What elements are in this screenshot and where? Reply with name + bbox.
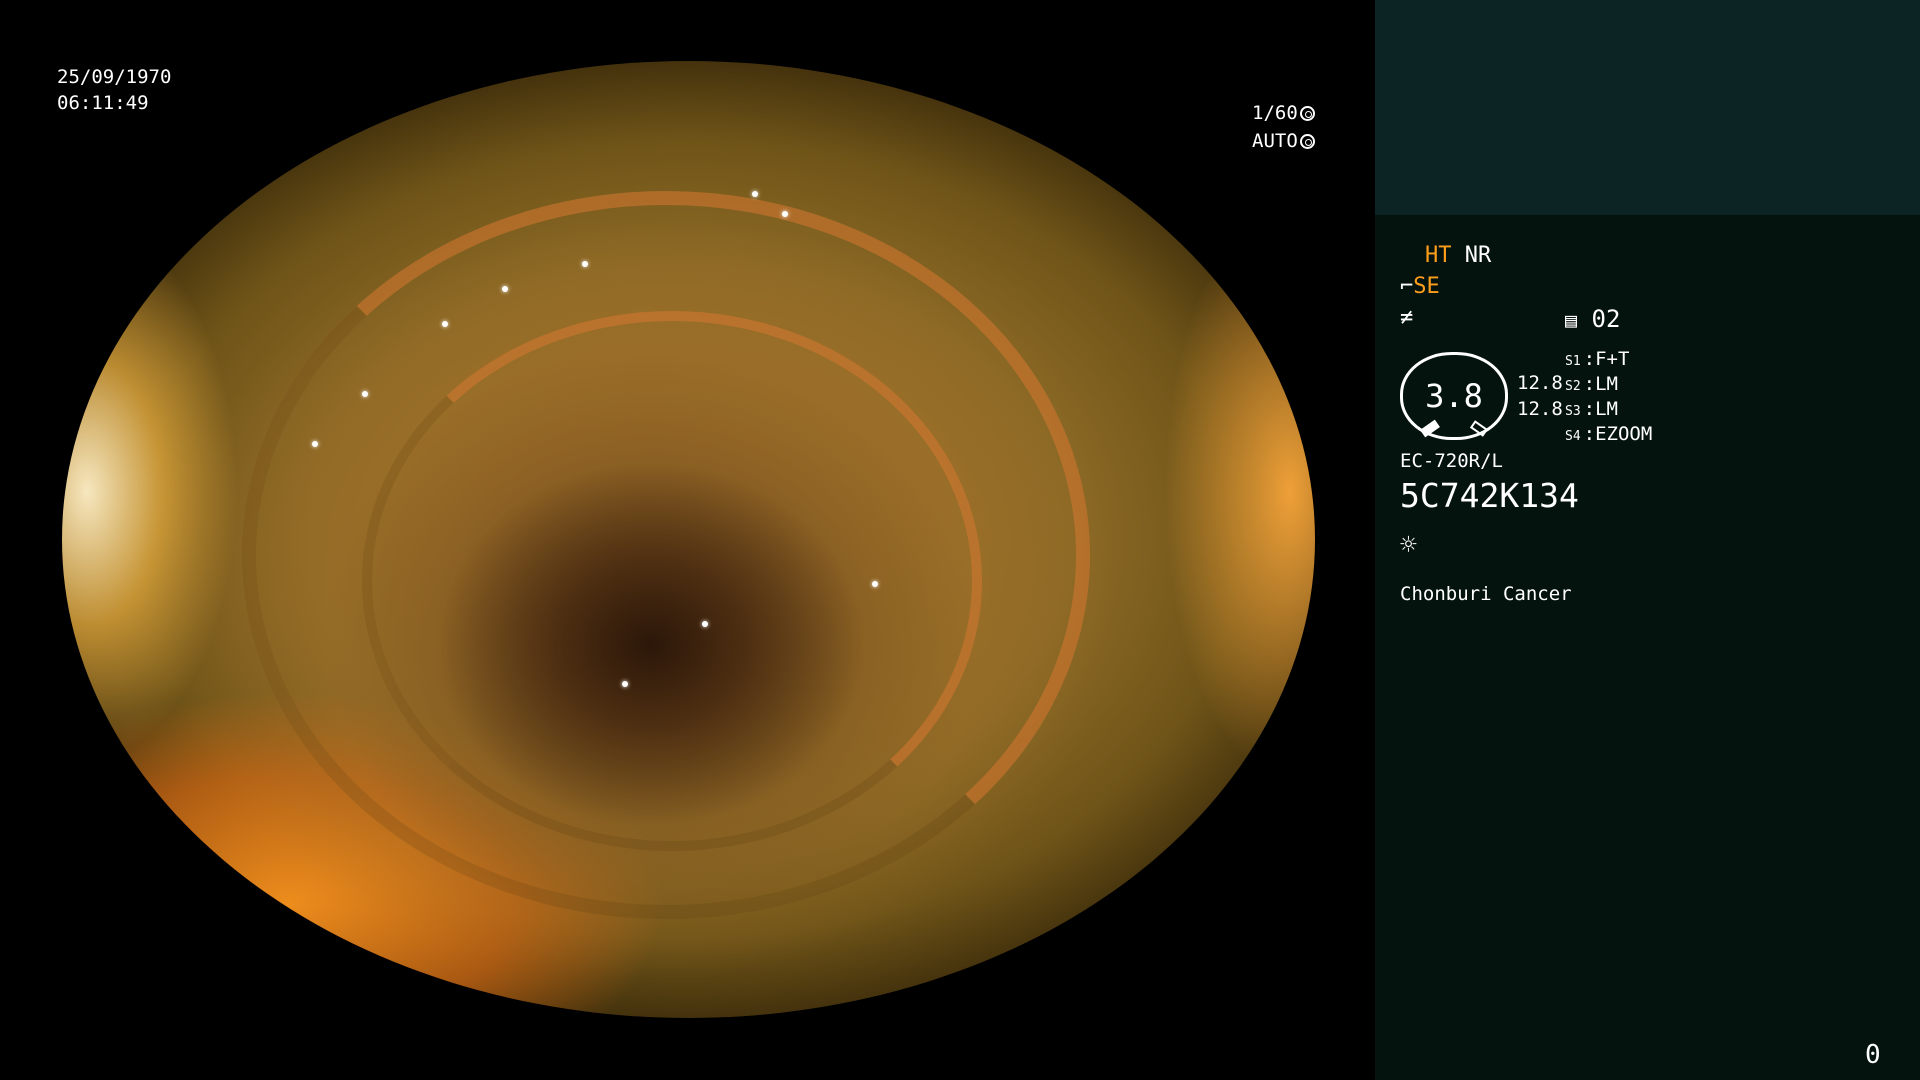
switch-key: S3 bbox=[1565, 404, 1581, 419]
image-mask-bottom bbox=[0, 1018, 1375, 1080]
specular-highlight bbox=[442, 321, 448, 327]
specular-highlight bbox=[702, 621, 708, 627]
program-indicator: ▤ 02 bbox=[1565, 305, 1620, 333]
specular-highlight bbox=[752, 191, 758, 197]
datetime-overlay: 25/09/1970 06:11:49 bbox=[57, 64, 171, 116]
iris-icon bbox=[1299, 133, 1315, 149]
switch-row: S4:EZOOM bbox=[1565, 423, 1653, 445]
specular-highlight bbox=[582, 261, 588, 267]
specular-highlight bbox=[782, 211, 788, 217]
ht-label: HT bbox=[1425, 243, 1452, 268]
switch-row: S3:LM bbox=[1565, 398, 1618, 420]
switch-value: LM bbox=[1595, 398, 1618, 420]
iris-mode: AUTO bbox=[1252, 130, 1298, 152]
date-text: 25/09/1970 bbox=[57, 66, 172, 88]
image-mask-top bbox=[0, 0, 1375, 61]
program-number: 02 bbox=[1591, 305, 1621, 333]
not-equal-icon: ≠ bbox=[1400, 305, 1414, 330]
se-label: SE bbox=[1413, 274, 1440, 299]
scope-serial: 5C742K134 bbox=[1400, 476, 1579, 515]
switch-row: S2:LM bbox=[1565, 373, 1618, 395]
enhancement-status: HT NR bbox=[1425, 243, 1491, 268]
panel-header-block bbox=[1375, 0, 1920, 215]
sun-icon: ☼ bbox=[1400, 528, 1417, 561]
switch-key: S4 bbox=[1565, 429, 1581, 444]
switch-row: S1:F+T bbox=[1565, 348, 1630, 370]
image-counter: 0 bbox=[1865, 1040, 1881, 1070]
zoom-dial: 3.8 bbox=[1400, 352, 1508, 440]
dial-left-marker bbox=[1420, 419, 1440, 438]
time-text: 06:11:49 bbox=[57, 92, 149, 114]
mucosal-fold bbox=[362, 311, 982, 851]
scope-curve-icon: ⌐ bbox=[1400, 274, 1414, 299]
endoscopic-image bbox=[62, 61, 1315, 1018]
switch-key: S2 bbox=[1565, 379, 1581, 394]
menu-list-icon: ▤ bbox=[1565, 308, 1578, 332]
info-panel: HT NR ⌐SE ≠ ▤ 02 3.8 12.8 12.8 S1:F+T S2… bbox=[1375, 0, 1920, 1080]
exposure-overlay: 1/60 AUTO bbox=[1252, 99, 1315, 155]
nr-label: NR bbox=[1464, 243, 1492, 268]
specular-highlight bbox=[622, 681, 628, 687]
specular-highlight bbox=[312, 441, 318, 447]
dial-readout-bottom: 12.8 bbox=[1517, 398, 1563, 420]
specular-highlight bbox=[502, 286, 508, 292]
aperture-icon bbox=[1299, 105, 1315, 121]
switch-value: LM bbox=[1595, 373, 1618, 395]
hospital-name: Chonburi Cancer bbox=[1400, 583, 1572, 605]
dial-readout-top: 12.8 bbox=[1517, 372, 1563, 394]
dial-right-marker bbox=[1469, 420, 1489, 437]
scope-model: EC-720R/L bbox=[1400, 450, 1503, 472]
endoscopy-viewer: 25/09/1970 06:11:49 1/60 AUTO bbox=[0, 0, 1375, 1080]
structure-enhancement: ⌐SE bbox=[1400, 274, 1440, 299]
specular-highlight bbox=[362, 391, 368, 397]
switch-key: S1 bbox=[1565, 354, 1581, 369]
specular-highlight bbox=[872, 581, 878, 587]
dial-value: 3.8 bbox=[1425, 377, 1483, 415]
shutter-speed: 1/60 bbox=[1252, 102, 1298, 124]
switch-value: EZOOM bbox=[1595, 423, 1653, 445]
switch-value: F+T bbox=[1595, 348, 1630, 370]
